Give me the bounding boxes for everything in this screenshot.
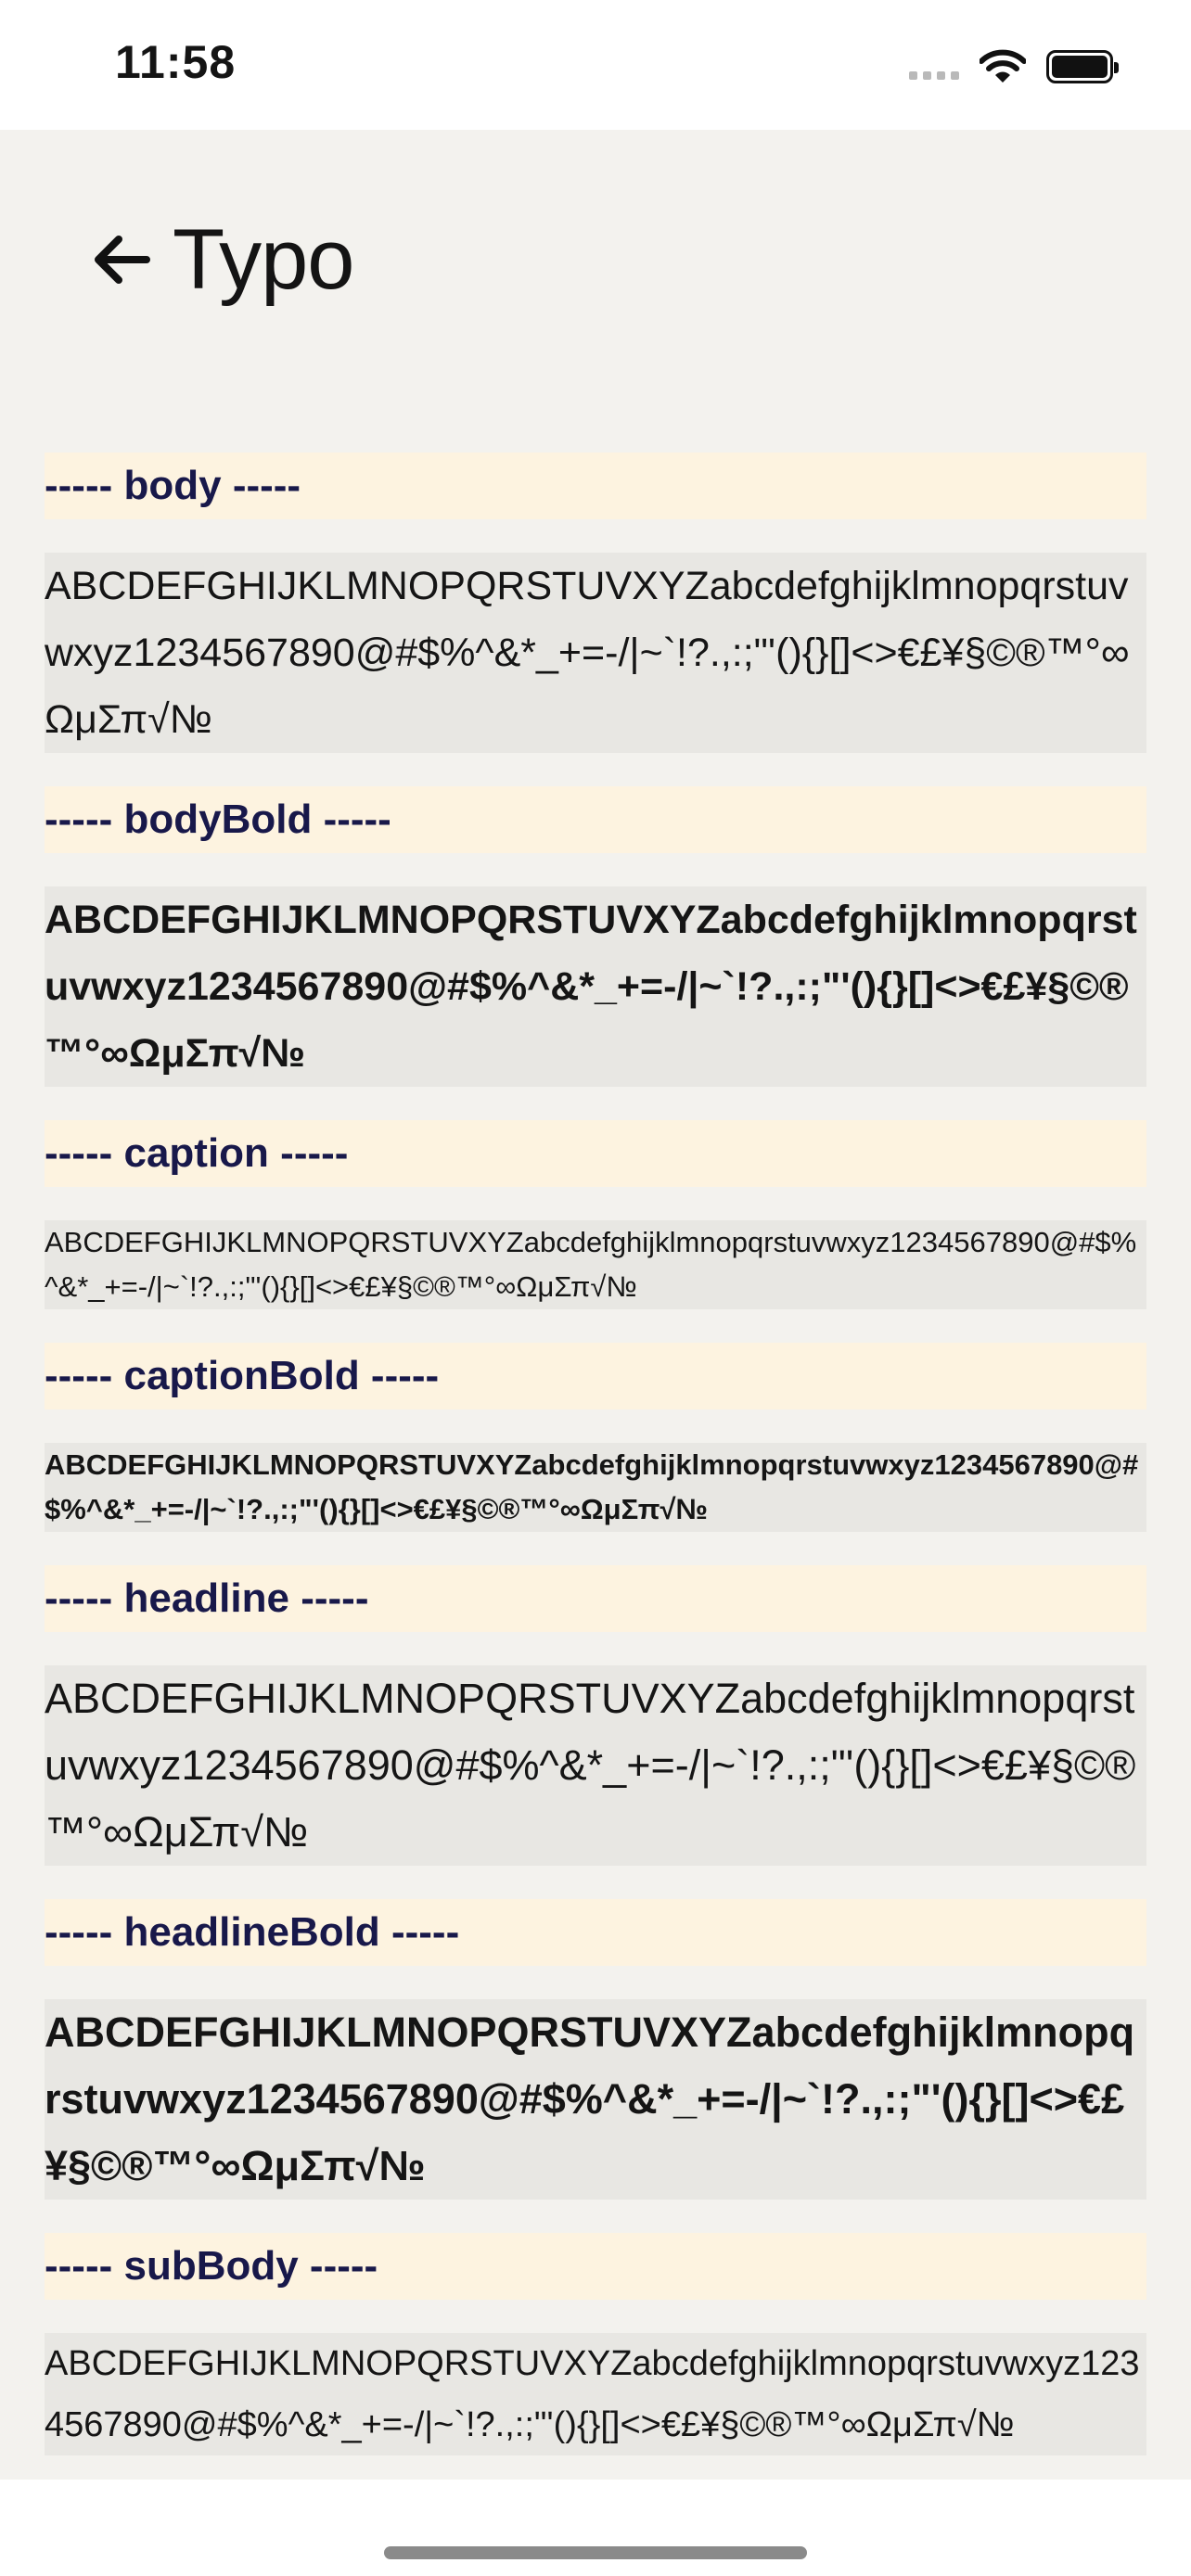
sample-body: ABCDEFGHIJKLMNOPQRSTUVXYZabcdefghijklmno… (45, 553, 1146, 753)
section-header-subbody: ----- subBody ----- (45, 2233, 1146, 2300)
status-time: 11:58 (115, 36, 237, 88)
section-header-body: ----- body ----- (45, 453, 1146, 519)
sample-headlinebold: ABCDEFGHIJKLMNOPQRSTUVXYZabcdefghijklmno… (45, 1999, 1146, 2200)
section-header-bodybold: ----- bodyBold ----- (45, 786, 1146, 853)
sample-caption: ABCDEFGHIJKLMNOPQRSTUVXYZabcdefghijklmno… (45, 1220, 1146, 1309)
wifi-icon (980, 49, 1026, 83)
back-button[interactable] (83, 223, 158, 297)
page-title: Typo (173, 211, 354, 307)
section-header-captionbold: ----- captionBold ----- (45, 1343, 1146, 1409)
sample-captionbold: ABCDEFGHIJKLMNOPQRSTUVXYZabcdefghijklmno… (45, 1443, 1146, 1532)
section-header-headlinebold: ----- headlineBold ----- (45, 1899, 1146, 1966)
section-header-caption: ----- caption ----- (45, 1120, 1146, 1187)
battery-icon (1046, 50, 1119, 83)
cellular-signal-icon (909, 70, 959, 80)
arrow-left-icon (95, 236, 150, 284)
sample-bodybold: ABCDEFGHIJKLMNOPQRSTUVXYZabcdefghijklmno… (45, 886, 1146, 1087)
home-indicator[interactable] (384, 2546, 807, 2559)
sample-subbody: ABCDEFGHIJKLMNOPQRSTUVXYZabcdefghijklmno… (45, 2333, 1146, 2455)
status-icons (909, 45, 1119, 89)
typography-list[interactable]: ----- body ----- ABCDEFGHIJKLMNOPQRSTUVX… (45, 453, 1146, 2480)
nav-bar: Typo (83, 209, 354, 311)
home-area (0, 2480, 1191, 2576)
sample-headline: ABCDEFGHIJKLMNOPQRSTUVXYZabcdefghijklmno… (45, 1665, 1146, 1866)
status-bar: 11:58 (0, 0, 1191, 130)
section-header-headline: ----- headline ----- (45, 1565, 1146, 1632)
